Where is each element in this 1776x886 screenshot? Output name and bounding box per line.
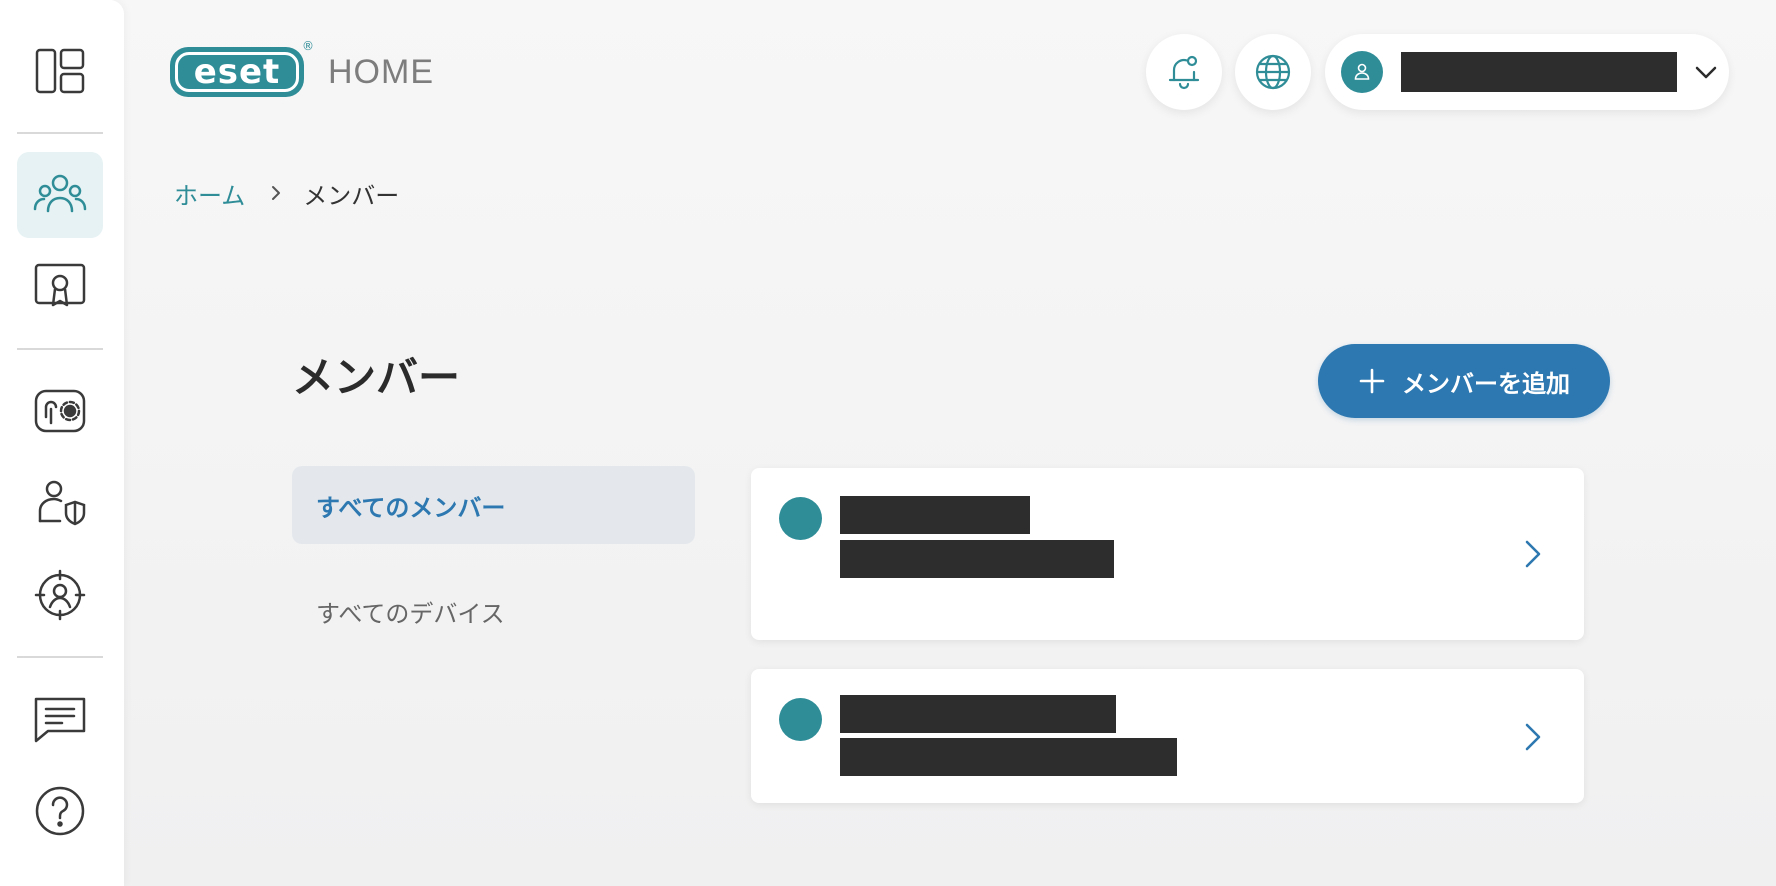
members-button[interactable] — [17, 152, 103, 238]
privacy-button[interactable] — [17, 552, 103, 638]
feedback-icon — [34, 697, 86, 743]
globe-icon — [1255, 54, 1291, 90]
filter-all-members[interactable]: すべてのメンバー — [292, 466, 695, 544]
account-menu[interactable] — [1325, 34, 1729, 110]
breadcrumb-home-link[interactable]: ホーム — [174, 176, 245, 211]
sidebar-divider — [17, 348, 103, 350]
chevron-right-icon — [1525, 723, 1541, 751]
parental-control-button[interactable] — [17, 460, 103, 546]
license-icon — [34, 263, 86, 307]
add-member-button[interactable]: メンバーを追加 — [1318, 344, 1610, 418]
sidebar-divider — [17, 656, 103, 658]
help-icon — [35, 786, 85, 836]
account-name-redacted — [1401, 52, 1677, 92]
avatar — [1341, 51, 1383, 93]
member-email-redacted — [840, 540, 1114, 578]
eset-logo-text: eset — [175, 52, 299, 92]
members-icon — [33, 174, 87, 213]
anti-theft-icon — [34, 389, 86, 433]
eset-logo-badge: eset ® — [170, 39, 314, 97]
filter-all-devices[interactable]: すべてのデバイス — [292, 572, 695, 650]
breadcrumb-current: メンバー — [303, 181, 400, 210]
member-card[interactable] — [751, 669, 1584, 803]
member-name-redacted — [840, 695, 1116, 733]
member-email-redacted — [840, 738, 1177, 776]
page-title: メンバー — [292, 353, 461, 402]
help-button[interactable] — [17, 768, 103, 854]
privacy-icon — [34, 569, 86, 621]
dashboard-icon — [35, 48, 85, 94]
plus-icon — [1359, 368, 1385, 394]
user-icon — [1354, 63, 1370, 80]
license-button[interactable] — [17, 244, 103, 330]
member-avatar — [779, 698, 822, 741]
add-member-label: メンバーを追加 — [1402, 370, 1570, 398]
member-name-redacted — [840, 496, 1030, 534]
sidebar — [0, 0, 124, 886]
anti-theft-button[interactable] — [17, 368, 103, 454]
parental-control-icon — [38, 480, 86, 526]
sidebar-divider — [17, 132, 103, 134]
feedback-button[interactable] — [17, 676, 103, 762]
chevron-right-icon — [272, 186, 281, 200]
chevron-down-icon[interactable] — [1691, 57, 1721, 87]
language-button[interactable] — [1235, 34, 1311, 110]
dashboard-button[interactable] — [17, 28, 103, 114]
member-avatar — [779, 497, 822, 540]
product-name: HOME — [328, 52, 434, 91]
eset-home-logo[interactable]: eset ® HOME — [170, 39, 434, 98]
notifications-button[interactable] — [1146, 34, 1222, 110]
chevron-right-icon — [1525, 540, 1541, 568]
member-card[interactable] — [751, 468, 1584, 640]
registered-mark: ® — [302, 39, 314, 53]
breadcrumb: ホーム メンバー — [174, 176, 399, 210]
bell-icon — [1168, 55, 1200, 90]
